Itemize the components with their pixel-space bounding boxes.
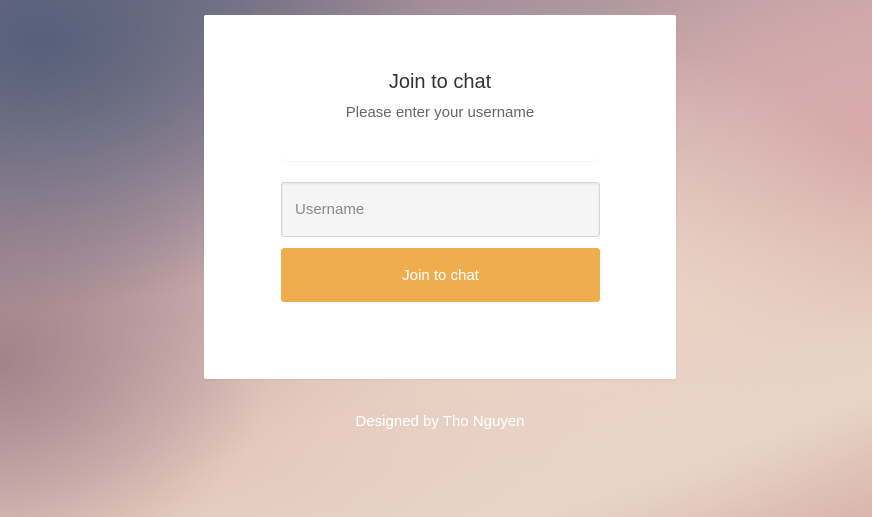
page-subtitle: Please enter your username xyxy=(345,104,535,121)
footer-credit: Designed by Tho Nguyen xyxy=(355,413,525,430)
login-header: Join to chat Please enter your username xyxy=(281,67,599,161)
username-input[interactable] xyxy=(281,182,600,237)
join-chat-button[interactable]: Join to chat xyxy=(281,248,600,302)
page-title: Join to chat xyxy=(388,71,492,93)
login-card: Join to chat Please enter your username … xyxy=(204,15,676,379)
